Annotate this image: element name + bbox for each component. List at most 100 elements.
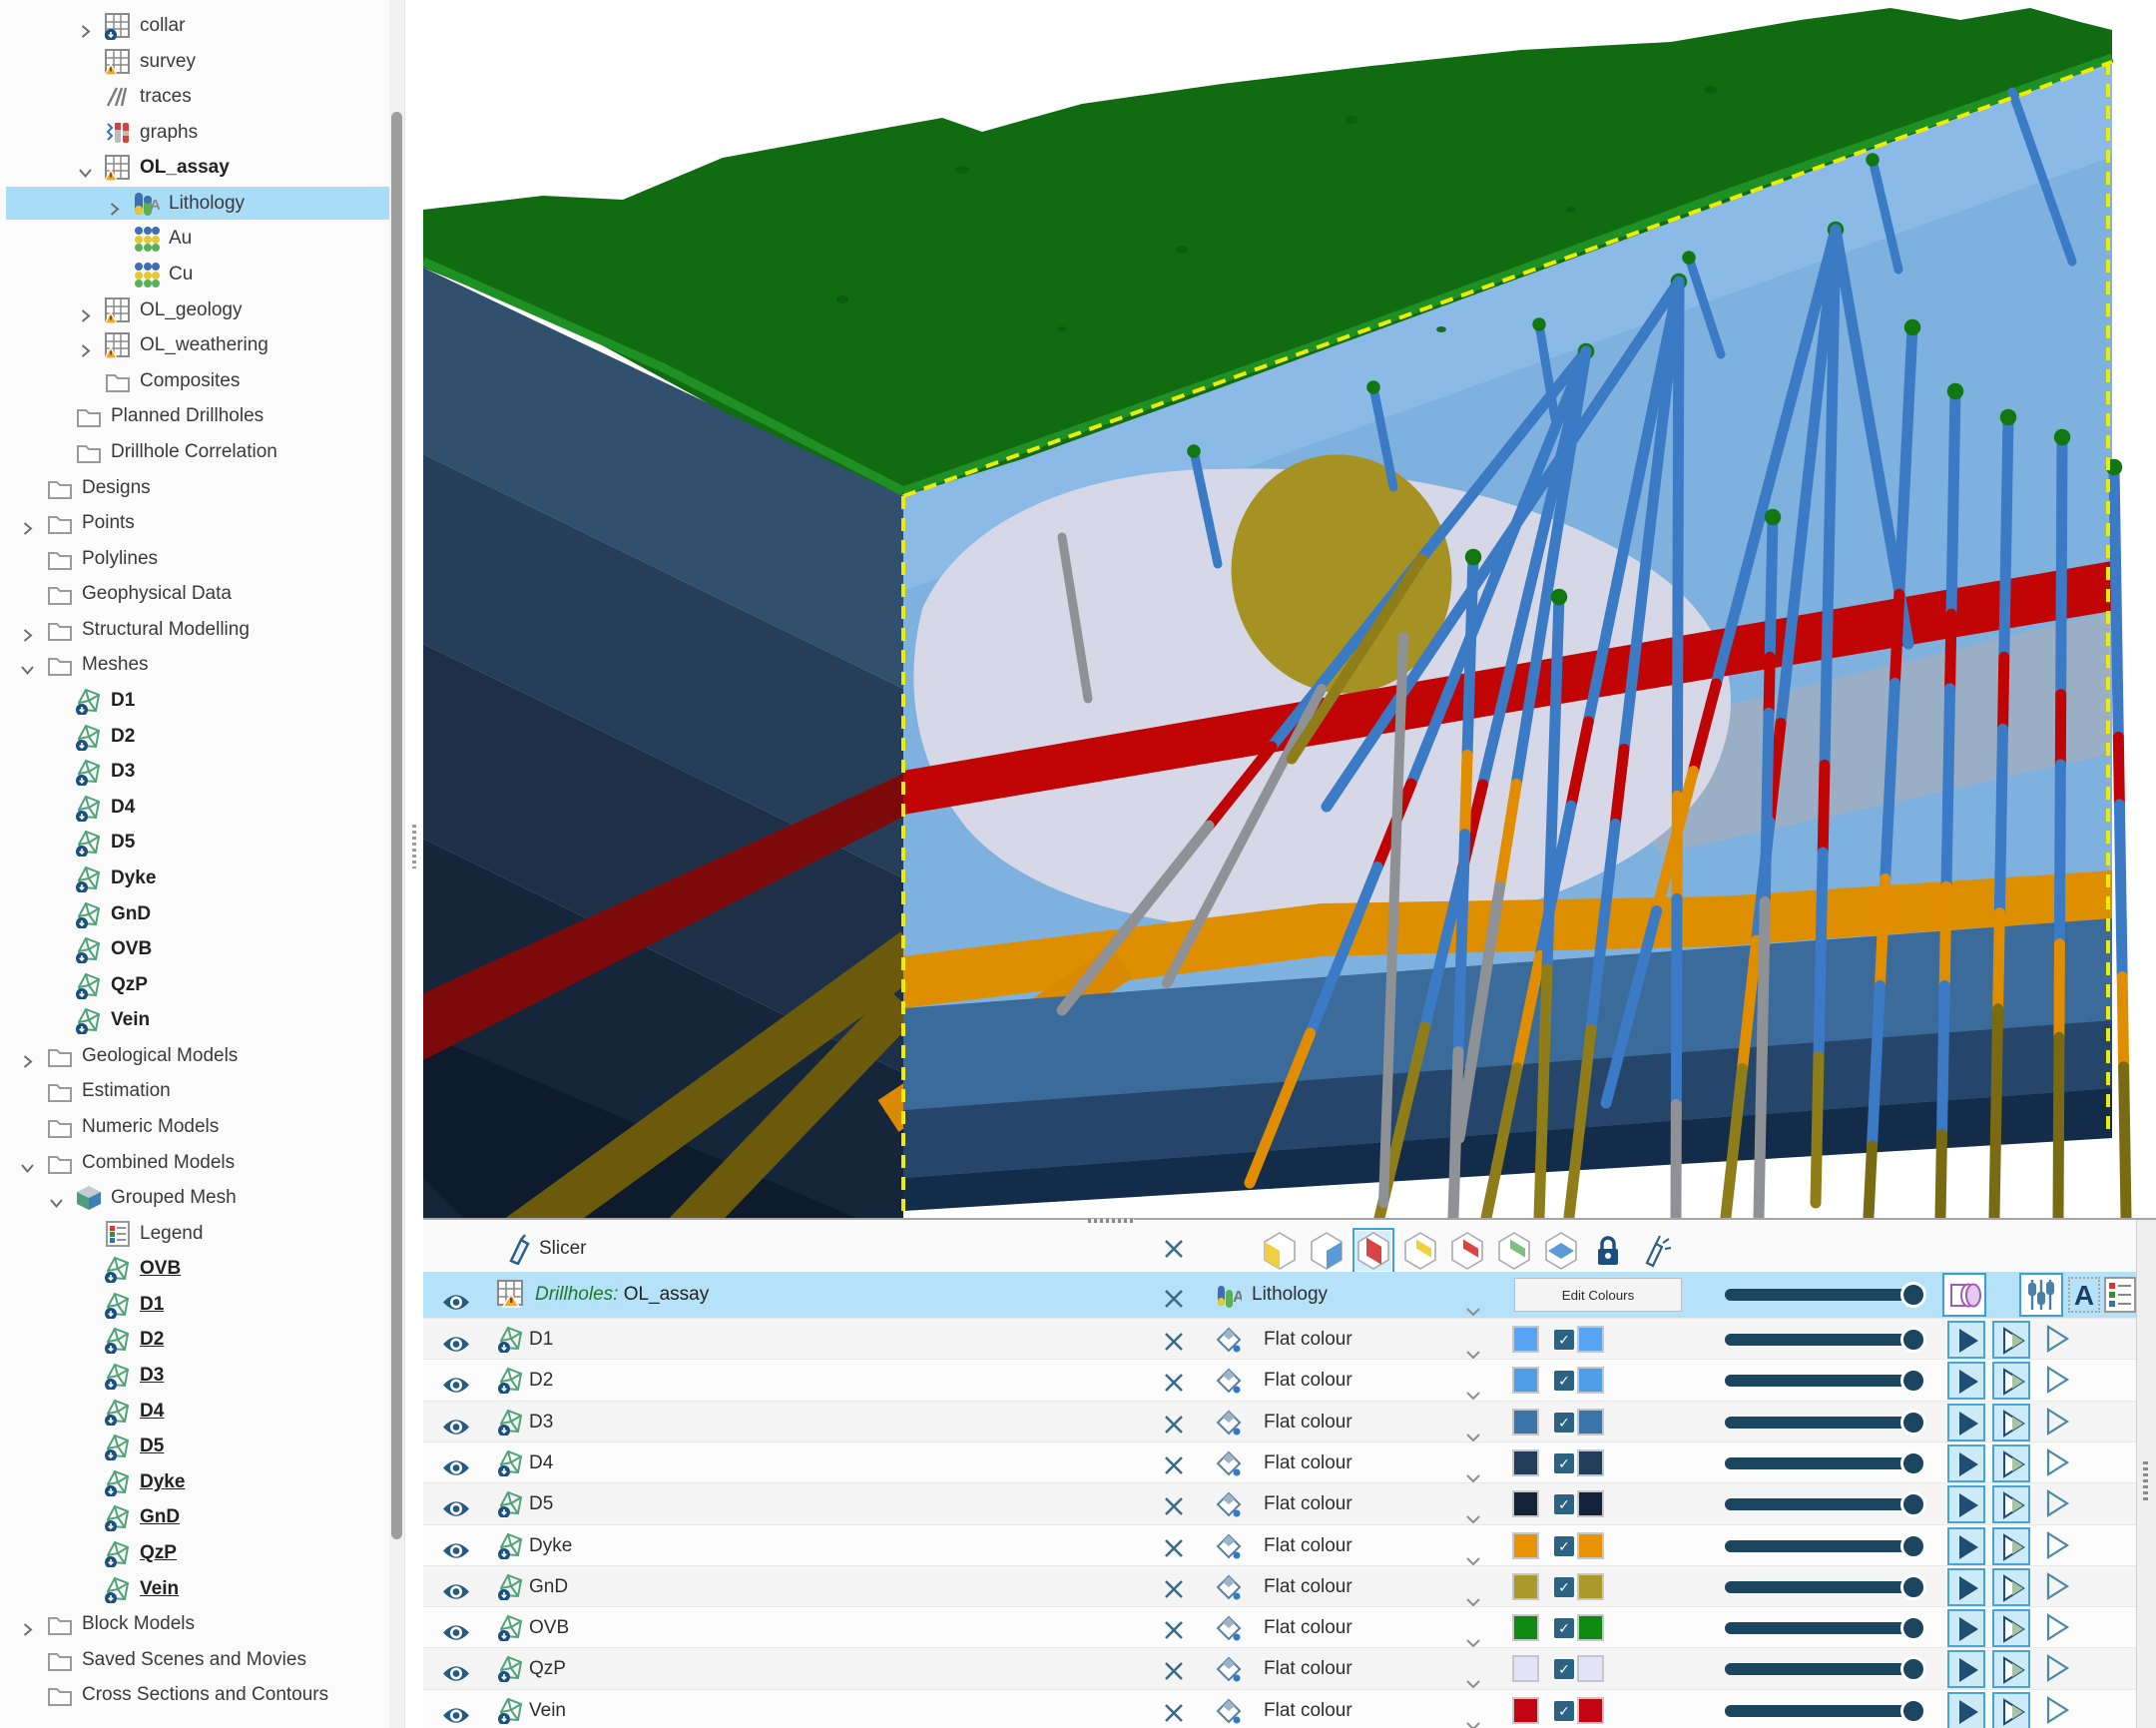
- tree-item-traces[interactable]: traces: [0, 80, 407, 114]
- faces-render-button[interactable]: [1947, 1568, 1985, 1606]
- opacity-slider[interactable]: [1725, 1375, 1926, 1387]
- visible-checkbox[interactable]: ✓: [1554, 1536, 1574, 1556]
- faces-render-button[interactable]: [1947, 1321, 1985, 1359]
- shape-row-d4[interactable]: D4Flat colour✓: [423, 1441, 2136, 1483]
- colour-swatch[interactable]: [1577, 1532, 1604, 1559]
- tree-item-d1[interactable]: D1: [0, 684, 407, 718]
- colour-mode-select[interactable]: Flat colour: [1264, 1402, 1352, 1442]
- visible-checkbox[interactable]: ✓: [1554, 1618, 1574, 1638]
- colour-swatch[interactable]: [1512, 1409, 1539, 1436]
- opacity-slider-knob[interactable]: [1900, 1533, 1926, 1559]
- visible-checkbox[interactable]: ✓: [1554, 1413, 1574, 1433]
- colour-mode-select[interactable]: Flat colour: [1264, 1566, 1352, 1607]
- tree-item-d4[interactable]: D4: [0, 791, 407, 825]
- tree-item-ol-assay[interactable]: OL_assay: [0, 151, 407, 185]
- tree-item-gnd[interactable]: GnD: [0, 897, 407, 931]
- visibility-eye-icon[interactable]: [441, 1329, 471, 1350]
- faces-render-button[interactable]: [1947, 1609, 1985, 1647]
- tree-item-geophysical-data[interactable]: Geophysical Data: [0, 577, 407, 611]
- visible-checkbox[interactable]: ✓: [1554, 1659, 1574, 1679]
- interval-display-button[interactable]: [1942, 1273, 1986, 1317]
- tree-item-composites[interactable]: Composites: [0, 364, 407, 398]
- tree-expand-chevron-icon[interactable]: [19, 657, 36, 674]
- opacity-slider[interactable]: [1725, 1622, 1926, 1634]
- wireframe-render-button[interactable]: [2038, 1362, 2076, 1400]
- opacity-slider[interactable]: [1725, 1457, 1926, 1469]
- colour-swatch[interactable]: [1512, 1490, 1539, 1517]
- visibility-eye-icon[interactable]: [441, 1452, 471, 1473]
- tree-expand-chevron-icon[interactable]: [77, 160, 94, 177]
- colour-swatch[interactable]: [1577, 1697, 1604, 1724]
- both-sides-render-button[interactable]: [1992, 1568, 2030, 1606]
- wireframe-render-button[interactable]: [2038, 1485, 2076, 1523]
- tree-item-qzp[interactable]: QzP: [0, 1536, 407, 1570]
- visible-checkbox[interactable]: ✓: [1554, 1701, 1574, 1721]
- chevron-down-icon[interactable]: [1465, 1664, 1481, 1675]
- chevron-down-icon[interactable]: [1465, 1582, 1481, 1593]
- slab-green-tool-icon[interactable]: [1496, 1231, 1532, 1271]
- colour-swatch[interactable]: [1577, 1367, 1604, 1394]
- tree-expand-chevron-icon[interactable]: [19, 1616, 36, 1633]
- colour-mode-select[interactable]: Flat colour: [1264, 1690, 1352, 1728]
- shape-row-dyke[interactable]: DykeFlat colour✓: [423, 1524, 2136, 1566]
- colour-swatch[interactable]: [1577, 1655, 1604, 1682]
- project-tree-scrollbar[interactable]: [389, 0, 404, 1728]
- colour-swatch[interactable]: [1577, 1490, 1604, 1517]
- both-sides-render-button[interactable]: [1992, 1485, 2030, 1523]
- wireframe-render-button[interactable]: [2038, 1321, 2076, 1359]
- remove-shape-button[interactable]: [1162, 1369, 1186, 1393]
- tree-item-ovb[interactable]: OVB: [0, 1252, 407, 1286]
- tree-item-meshes[interactable]: Meshes: [0, 648, 407, 682]
- tree-expand-chevron-icon[interactable]: [48, 1190, 65, 1207]
- tree-item-graphs[interactable]: graphs: [0, 116, 407, 150]
- tree-item-d4[interactable]: D4: [0, 1395, 407, 1429]
- opacity-slider-knob[interactable]: [1900, 1327, 1926, 1353]
- opacity-slider[interactable]: [1725, 1498, 1926, 1510]
- tree-expand-chevron-icon[interactable]: [77, 302, 94, 319]
- tree-item-collar[interactable]: collar: [0, 9, 407, 43]
- tree-item-estimation[interactable]: Estimation: [0, 1074, 407, 1108]
- both-sides-render-button[interactable]: [1992, 1527, 2030, 1565]
- colour-swatch[interactable]: [1512, 1367, 1539, 1394]
- colour-mode-select[interactable]: Flat colour: [1264, 1648, 1352, 1689]
- opacity-slider-knob[interactable]: [1900, 1282, 1926, 1308]
- splitter-grip-icon[interactable]: [412, 825, 416, 868]
- tree-expand-chevron-icon[interactable]: [77, 18, 94, 35]
- opacity-slider[interactable]: [1725, 1334, 1926, 1346]
- visibility-eye-icon[interactable]: [441, 1700, 471, 1721]
- tree-item-structural-modelling[interactable]: Structural Modelling: [0, 613, 407, 647]
- visible-checkbox[interactable]: ✓: [1554, 1577, 1574, 1597]
- both-sides-render-button[interactable]: [1992, 1444, 2030, 1482]
- shape-row-vein[interactable]: VeinFlat colour✓: [423, 1689, 2136, 1728]
- slab-yellow-tool-icon[interactable]: [1402, 1231, 1438, 1271]
- wireframe-render-button[interactable]: [2038, 1692, 2076, 1728]
- colour-mode-select[interactable]: Flat colour: [1264, 1483, 1352, 1524]
- remove-slicer-button[interactable]: [1162, 1235, 1186, 1259]
- right-splitter-grip-icon[interactable]: [2143, 1461, 2148, 1503]
- tree-item-qzp[interactable]: QzP: [0, 968, 407, 1002]
- remove-shape-button[interactable]: [1162, 1616, 1186, 1640]
- tree-item-legend[interactable]: Legend: [0, 1217, 407, 1251]
- colour-swatch[interactable]: [1512, 1655, 1539, 1682]
- legend-button[interactable]: [2104, 1277, 2136, 1313]
- faces-render-button[interactable]: [1947, 1404, 1985, 1441]
- chevron-down-icon[interactable]: [1465, 1499, 1481, 1510]
- colour-swatch[interactable]: [1512, 1449, 1539, 1476]
- colour-swatch[interactable]: [1577, 1409, 1604, 1436]
- colour-mode-select[interactable]: Flat colour: [1264, 1607, 1352, 1648]
- opacity-slider-knob[interactable]: [1900, 1450, 1926, 1476]
- plane-tool-icon[interactable]: [1543, 1231, 1579, 1271]
- colour-swatch[interactable]: [1577, 1326, 1604, 1353]
- tree-item-ol-geology[interactable]: OL_geology: [0, 293, 407, 327]
- tree-expand-chevron-icon[interactable]: [77, 337, 94, 354]
- tree-item-dyke[interactable]: Dyke: [0, 862, 407, 895]
- tree-item-combined-models[interactable]: Combined Models: [0, 1146, 407, 1180]
- tree-item-gnd[interactable]: GnD: [0, 1500, 407, 1534]
- tree-expand-chevron-icon[interactable]: [19, 622, 36, 639]
- remove-shape-button[interactable]: [1162, 1411, 1186, 1435]
- opacity-slider-knob[interactable]: [1900, 1410, 1926, 1436]
- opacity-slider[interactable]: [1725, 1417, 1926, 1429]
- colour-swatch[interactable]: [1512, 1614, 1539, 1641]
- opacity-slider[interactable]: [1725, 1540, 1926, 1552]
- filter-drillholes-button[interactable]: [2019, 1273, 2063, 1317]
